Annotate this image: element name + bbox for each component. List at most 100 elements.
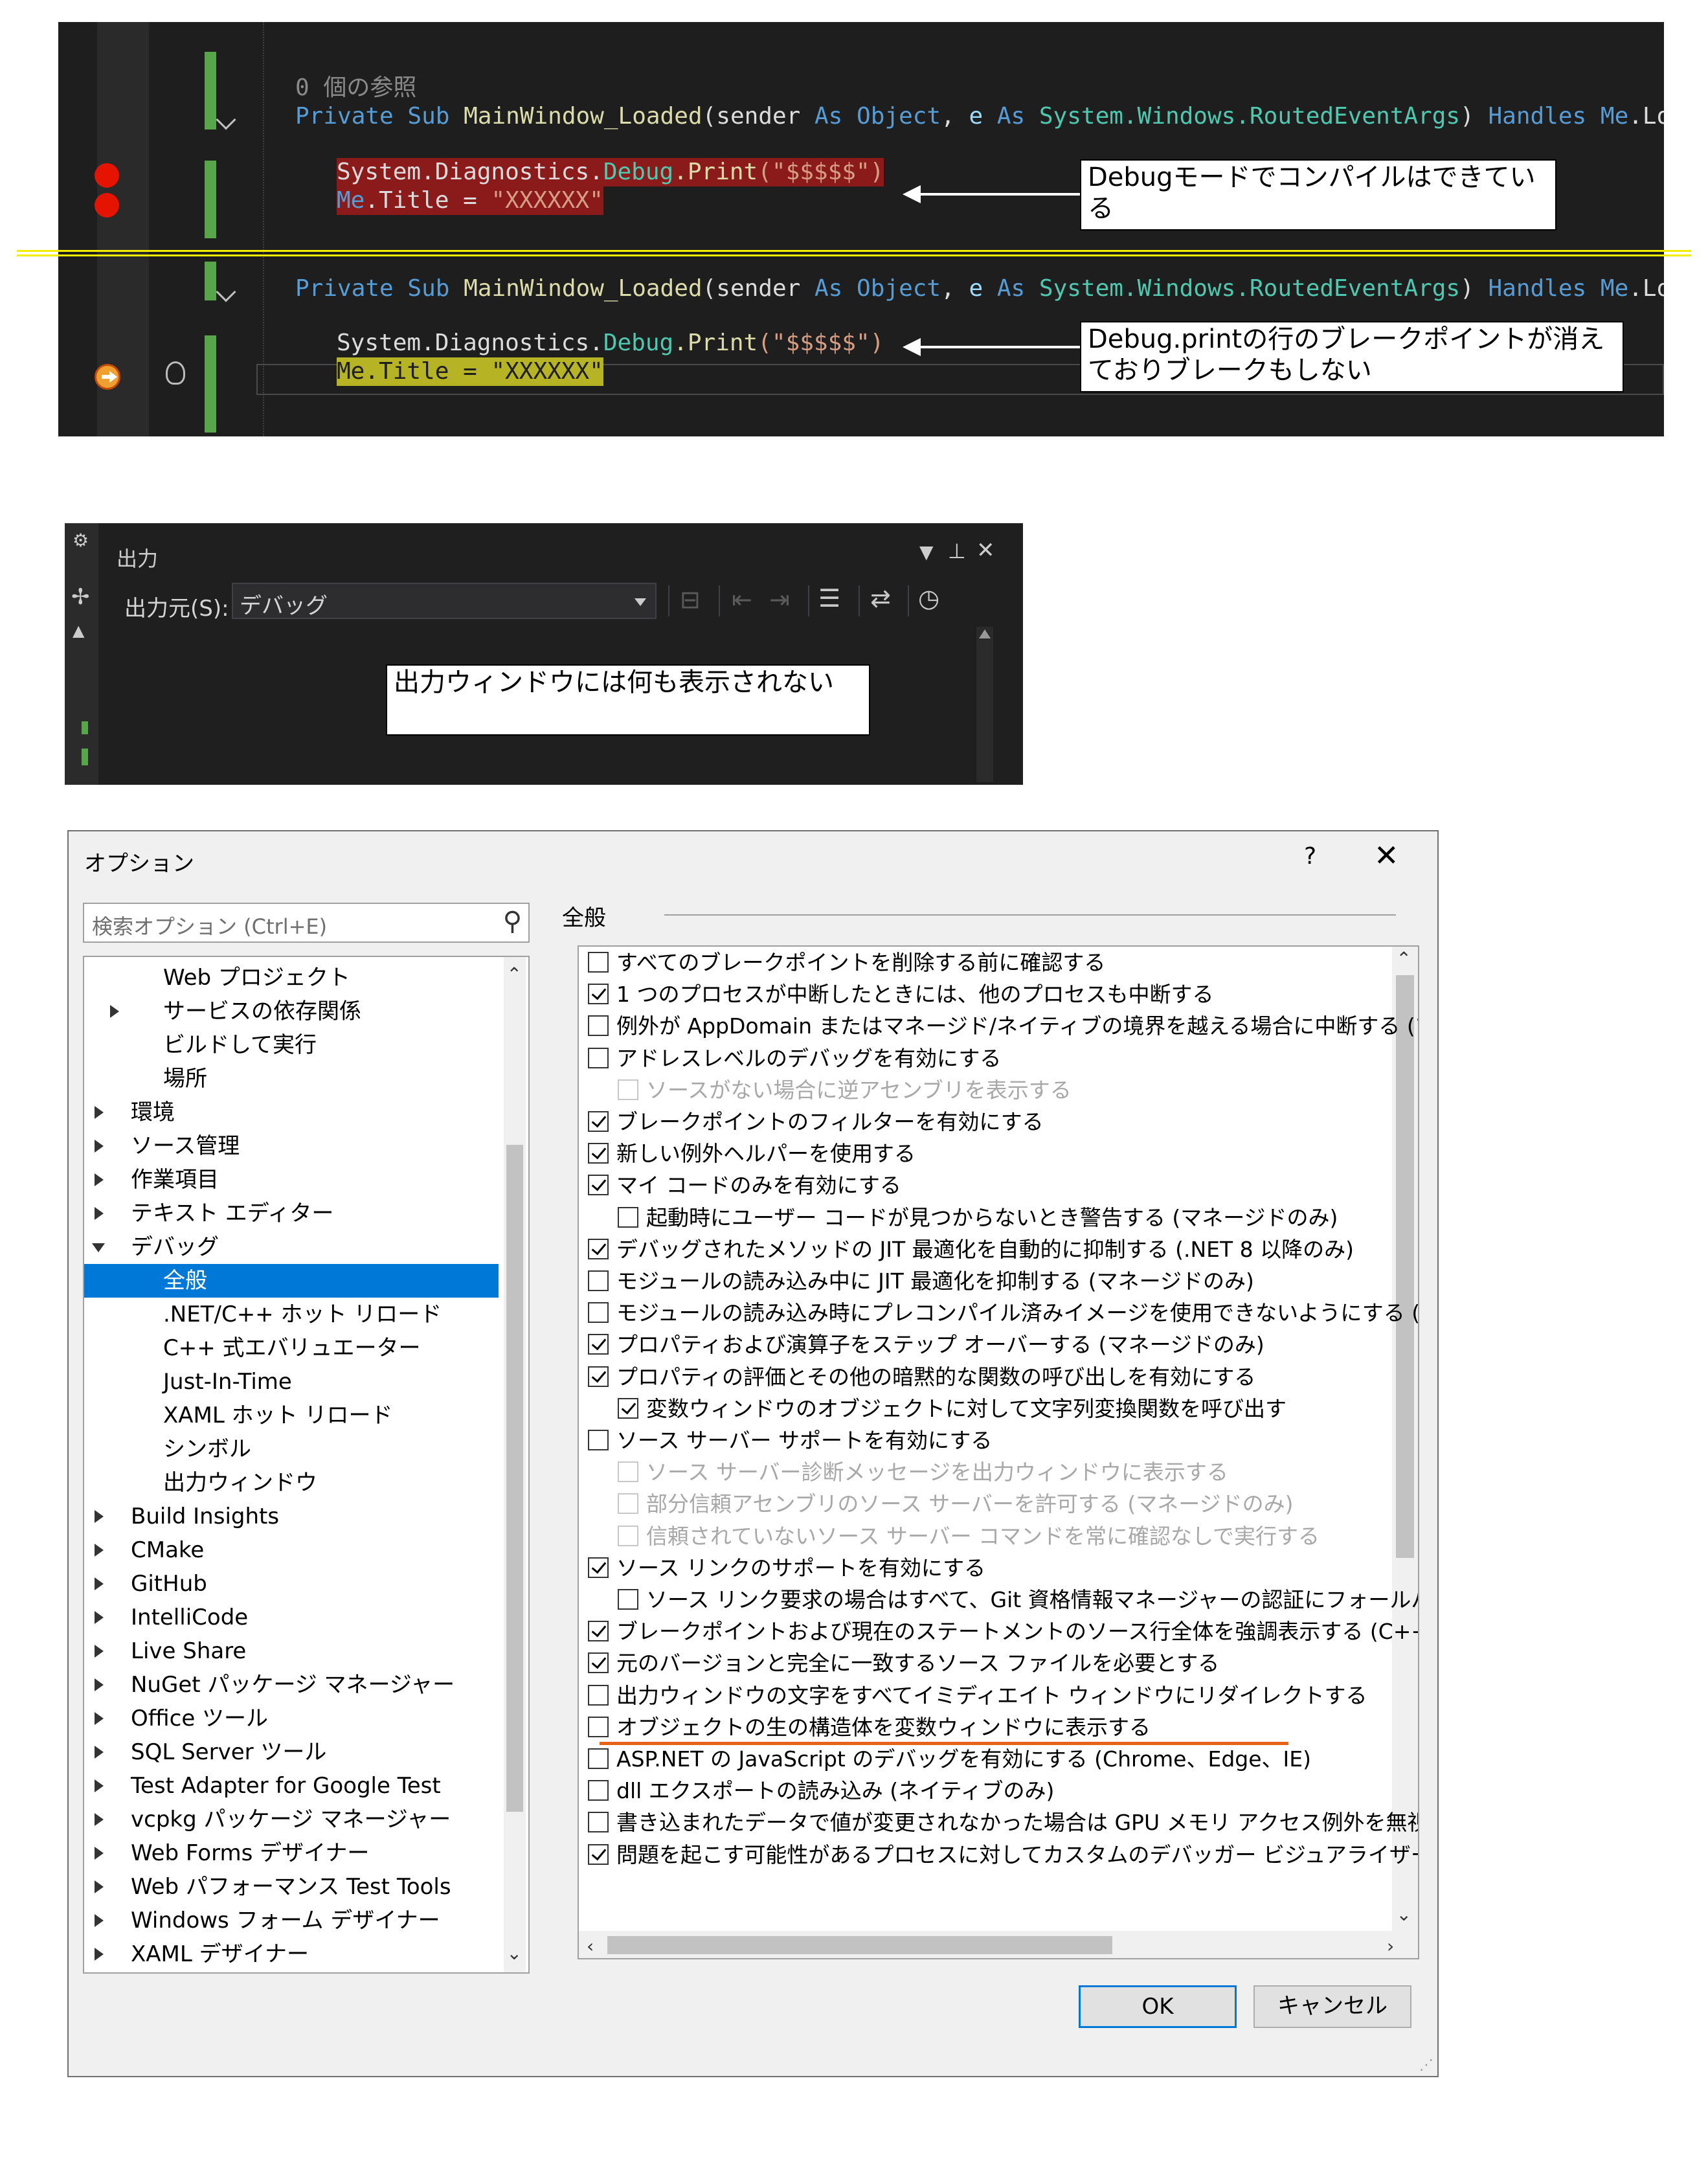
option-row[interactable]: ソース サーバー診断メッセージを出力ウィンドウに表示する bbox=[618, 1456, 1228, 1489]
option-row[interactable]: ASP.NET の JavaScript のデバッグを有効にする (Chrome… bbox=[588, 1743, 1311, 1775]
collapsed-triangle-icon[interactable] bbox=[95, 1173, 104, 1186]
option-row[interactable]: ソース サーバー サポートを有効にする bbox=[588, 1425, 992, 1457]
collapsed-triangle-icon[interactable] bbox=[95, 1645, 104, 1658]
tree-item[interactable]: ソース管理 bbox=[84, 1129, 499, 1163]
tree-item[interactable]: Windows フォーム デザイナー bbox=[84, 1904, 499, 1937]
option-row[interactable]: 1 つのプロセスが中断したときには、他のプロセスも中断する bbox=[588, 978, 1214, 1011]
output-scrollbar[interactable] bbox=[976, 627, 993, 782]
checkbox-unchecked[interactable] bbox=[618, 1206, 638, 1228]
checkbox-unchecked[interactable] bbox=[618, 1493, 638, 1514]
collapse-chevron-icon[interactable] bbox=[216, 282, 236, 302]
checkbox-checked[interactable] bbox=[588, 1366, 609, 1387]
tree-item[interactable]: IntelliCode bbox=[84, 1601, 499, 1634]
gear-icon[interactable]: ⚙ bbox=[73, 530, 89, 551]
option-row[interactable]: マイ コードのみを有効にする bbox=[588, 1169, 901, 1202]
tree-item[interactable]: Test Adapter for Google Test bbox=[84, 1769, 499, 1803]
close-icon[interactable]: ✕ bbox=[976, 537, 995, 563]
option-row[interactable]: 元のバージョンと完全に一致するソース ファイルを必要とする bbox=[588, 1647, 1219, 1680]
checkbox-unchecked[interactable] bbox=[618, 1525, 638, 1546]
breakpoint-icon[interactable] bbox=[95, 163, 119, 188]
tree-item[interactable]: XAML デザイナー bbox=[84, 1937, 499, 1971]
checkbox-checked[interactable] bbox=[588, 1843, 609, 1865]
chevron-right-icon[interactable]: › bbox=[1387, 1935, 1394, 1957]
option-row[interactable]: プロパティおよび演算子をステップ オーバーする (マネージドのみ) bbox=[588, 1329, 1264, 1361]
tree-item[interactable]: 環境 bbox=[84, 1096, 499, 1129]
tree-item[interactable]: Office ツール bbox=[84, 1702, 499, 1735]
collapsed-triangle-icon[interactable] bbox=[95, 1544, 104, 1557]
close-button[interactable]: ✕ bbox=[1374, 838, 1399, 873]
checkbox-unchecked[interactable] bbox=[588, 1748, 609, 1769]
debug-print-line[interactable]: System.Diagnostics.Debug.Print("$$$$$") bbox=[337, 329, 884, 357]
tree-item[interactable]: Web プロジェクト bbox=[84, 961, 499, 995]
collapsed-triangle-icon[interactable] bbox=[95, 1914, 104, 1927]
scroll-up-icon[interactable]: ▲ bbox=[73, 622, 84, 640]
tree-item[interactable]: サービスの依存関係 bbox=[84, 995, 499, 1028]
checkbox-unchecked[interactable] bbox=[588, 1684, 609, 1706]
checkbox-checked[interactable] bbox=[588, 1110, 609, 1132]
expanded-triangle-icon[interactable] bbox=[92, 1243, 105, 1252]
search-icon[interactable]: ⚲ bbox=[503, 907, 522, 936]
checkbox-checked[interactable] bbox=[588, 1620, 609, 1641]
collapse-chevron-icon[interactable] bbox=[216, 109, 236, 130]
cancel-button[interactable]: キャンセル bbox=[1253, 1985, 1411, 2028]
checkbox-unchecked[interactable] bbox=[588, 1302, 609, 1323]
tree-item[interactable]: .NET/C++ ホット リロード bbox=[84, 1298, 499, 1331]
option-row[interactable]: オブジェクトの生の構造体を変数ウィンドウに表示する bbox=[588, 1711, 1151, 1744]
next-message-icon[interactable]: ⇥ bbox=[769, 585, 790, 614]
tree-item[interactable]: Build Insights bbox=[84, 1500, 499, 1533]
option-row[interactable]: ソースがない場合に逆アセンブリを表示する bbox=[618, 1074, 1072, 1107]
title-assign-line-breakpoint[interactable]: Me.Title = "XXXXXX" bbox=[337, 186, 603, 215]
options-horizontal-thumb[interactable] bbox=[607, 1936, 1112, 1954]
clear-all-icon[interactable]: ☰ bbox=[818, 584, 840, 613]
collapsed-triangle-icon[interactable] bbox=[95, 1510, 104, 1523]
tree-item[interactable]: 作業項目 bbox=[84, 1163, 499, 1197]
tree-item[interactable]: デバッグ bbox=[84, 1230, 499, 1264]
tree-item[interactable]: CMake bbox=[84, 1533, 499, 1567]
tree-item[interactable]: 全般 bbox=[84, 1264, 499, 1298]
output-source-select[interactable]: デバッグ bbox=[232, 583, 657, 619]
collapsed-triangle-icon[interactable] bbox=[110, 1005, 119, 1018]
previous-message-icon[interactable]: ⇤ bbox=[732, 585, 752, 614]
option-row[interactable]: 部分信頼アセンブリのソース サーバーを許可する (マネージドのみ) bbox=[618, 1488, 1293, 1520]
move-icon[interactable]: ✢ bbox=[71, 584, 90, 610]
output-window[interactable]: ⚙ ✢ ▲ 出力 ▼ ⊥ ✕ 出力元(S): デバッグ ⊟ ⇤ ⇥ ☰ ⇄ ◷ … bbox=[65, 523, 1023, 785]
scroll-up-icon[interactable] bbox=[979, 629, 991, 638]
word-wrap-icon[interactable]: ⇄ bbox=[870, 584, 891, 613]
checkbox-checked[interactable] bbox=[588, 1652, 609, 1673]
lightbulb-icon[interactable] bbox=[166, 361, 185, 385]
option-row[interactable]: ソース リンク要求の場合はすべて、Git 資格情報マネージャーの認証にフォールバ… bbox=[618, 1584, 1418, 1616]
ok-button[interactable]: OK bbox=[1079, 1985, 1237, 2028]
collapsed-triangle-icon[interactable] bbox=[95, 1207, 104, 1220]
option-row[interactable]: 問題を起こす可能性があるプロセスに対してカスタムのデバッガー ビジュアライザーを… bbox=[588, 1839, 1418, 1871]
option-row[interactable]: プロパティの評価とその他の暗黙的な関数の呼び出しを有効にする bbox=[588, 1361, 1255, 1393]
checkbox-unchecked[interactable] bbox=[588, 1047, 609, 1068]
find-message-icon[interactable]: ⊟ bbox=[680, 585, 701, 614]
breakpoint-icon[interactable] bbox=[95, 193, 119, 218]
tree-item[interactable]: シンボル bbox=[84, 1432, 499, 1466]
checkbox-unchecked[interactable] bbox=[588, 951, 609, 973]
pin-icon[interactable]: ⊥ bbox=[948, 539, 966, 563]
checkbox-unchecked[interactable] bbox=[618, 1079, 638, 1100]
window-menu-dropdown-icon[interactable]: ▼ bbox=[919, 541, 934, 563]
tree-item[interactable]: 出力ウィンドウ bbox=[84, 1466, 499, 1500]
tree-item[interactable]: Live Share bbox=[84, 1634, 499, 1668]
tree-item[interactable]: vcpkg パッケージ マネージャー bbox=[84, 1803, 499, 1836]
option-row[interactable]: すべてのブレークポイントを削除する前に確認する bbox=[588, 947, 1105, 979]
option-row[interactable]: ブレークポイントおよび現在のステートメントのソース行全体を強調表示する (C++… bbox=[588, 1616, 1418, 1648]
collapsed-triangle-icon[interactable] bbox=[95, 1106, 104, 1119]
collapsed-triangle-icon[interactable] bbox=[95, 1712, 104, 1725]
checkbox-checked[interactable] bbox=[588, 1174, 609, 1195]
collapsed-triangle-icon[interactable] bbox=[95, 1847, 104, 1860]
option-row[interactable]: モジュールの読み込み時にプレコンパイル済みイメージを使用できないようにする (マ… bbox=[588, 1297, 1418, 1329]
option-row[interactable]: ソース リンクのサポートを有効にする bbox=[588, 1552, 985, 1584]
options-tree[interactable]: ⌃ ⌄ Web プロジェクト サービスの依存関係 ビルドして実行 場所 環境 ソース管理作… bbox=[83, 956, 530, 1974]
option-row[interactable]: デバッグされたメソッドの JIT 最適化を自動的に抑制する (.NET 8 以降… bbox=[588, 1234, 1354, 1266]
checkbox-checked[interactable] bbox=[588, 1238, 609, 1259]
tree-item[interactable]: XAML ホット リロード bbox=[84, 1399, 499, 1432]
tree-scroll-thumb[interactable] bbox=[506, 1145, 523, 1812]
checkbox-unchecked[interactable] bbox=[618, 1588, 638, 1610]
chevron-down-icon[interactable]: ⌄ bbox=[1397, 1904, 1411, 1925]
checkbox-checked[interactable] bbox=[588, 1142, 609, 1164]
collapsed-triangle-icon[interactable] bbox=[95, 1746, 104, 1759]
reference-count[interactable]: 0 個の参照 bbox=[295, 74, 416, 102]
